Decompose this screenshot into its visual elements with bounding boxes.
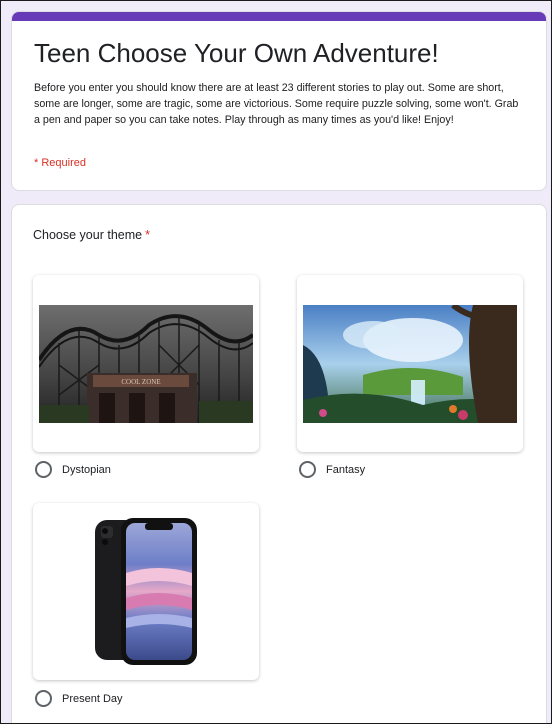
abandoned-rollercoaster-image: COOL ZONE xyxy=(39,305,253,423)
required-asterisk: * xyxy=(145,228,150,242)
option-label-fantasy: Fantasy xyxy=(326,463,366,476)
option-row-dystopian[interactable]: Dystopian xyxy=(35,461,111,478)
required-note: * Required xyxy=(34,157,86,169)
form-description: Before you enter you should know there a… xyxy=(34,82,519,126)
option-card-dystopian[interactable]: COOL ZONE xyxy=(33,275,259,452)
fantasy-landscape-image xyxy=(303,305,517,423)
radio-dystopian[interactable] xyxy=(35,461,52,478)
smartphone-image xyxy=(95,518,197,665)
question-title: Choose your theme * xyxy=(33,228,150,242)
option-card-present-day[interactable] xyxy=(33,503,259,680)
sign-text: COOL ZONE xyxy=(121,378,160,386)
option-row-present-day[interactable]: Present Day xyxy=(35,690,123,707)
header-accent-bar xyxy=(12,12,546,21)
radio-present-day[interactable] xyxy=(35,690,52,707)
form-title: Teen Choose Your Own Adventure! xyxy=(34,38,439,68)
radio-fantasy[interactable] xyxy=(299,461,316,478)
option-card-fantasy[interactable] xyxy=(297,275,523,452)
question-title-text: Choose your theme xyxy=(33,228,143,242)
form-page: Teen Choose Your Own Adventure! Before y… xyxy=(0,0,552,724)
option-label-present-day: Present Day xyxy=(62,692,123,705)
form-header-card: Teen Choose Your Own Adventure! Before y… xyxy=(11,11,547,191)
option-row-fantasy[interactable]: Fantasy xyxy=(299,461,365,478)
question-card: Choose your theme * COOL ZONE Dystopian … xyxy=(11,204,547,723)
option-label-dystopian: Dystopian xyxy=(62,463,111,476)
